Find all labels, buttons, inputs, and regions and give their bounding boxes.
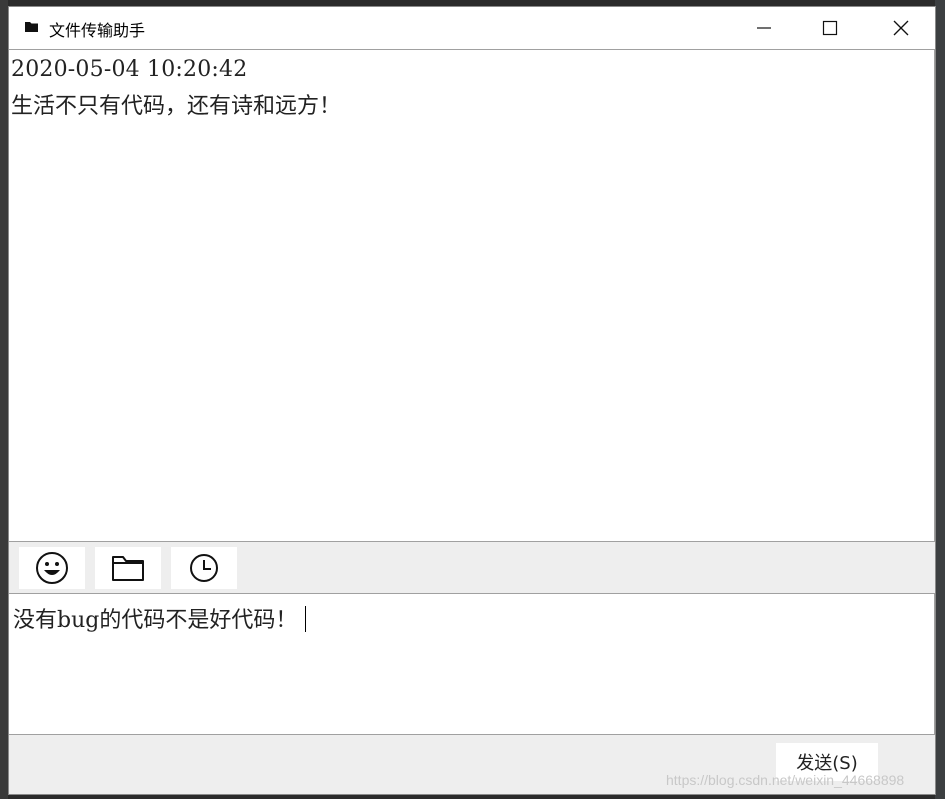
folder-icon bbox=[25, 22, 38, 32]
title-bar[interactable]: 文件传输助手 bbox=[9, 7, 935, 49]
message-text: 生活不只有代码，还有诗和远方！ bbox=[11, 94, 342, 119]
window-title: 文件传输助手 bbox=[49, 21, 146, 40]
emoji-icon bbox=[36, 552, 68, 584]
history-button[interactable] bbox=[171, 547, 237, 589]
close-icon bbox=[893, 20, 909, 36]
input-toolbar bbox=[9, 542, 935, 593]
folder-icon bbox=[112, 556, 144, 581]
send-file-button[interactable] bbox=[95, 547, 161, 589]
watermark: https://blog.csdn.net/weixin_44668898 bbox=[666, 772, 905, 788]
desktop-background-left bbox=[0, 0, 8, 799]
chat-history[interactable]: 2020-05-04 10:20:42 生活不只有代码，还有诗和远方！ bbox=[9, 49, 935, 542]
footer-bar: 发送(S) https://blog.csdn.net/weixin_44668… bbox=[9, 735, 935, 794]
text-caret bbox=[305, 606, 307, 632]
message-input-value: 没有bug的代码不是好代码！ bbox=[13, 608, 298, 633]
message-input-text: 没有bug的代码不是好代码！ bbox=[13, 602, 307, 634]
minimize-button[interactable] bbox=[729, 7, 799, 49]
message-input[interactable]: 没有bug的代码不是好代码！ bbox=[9, 593, 935, 735]
close-button[interactable] bbox=[866, 7, 936, 49]
clock-icon bbox=[190, 554, 218, 582]
minimize-icon bbox=[757, 27, 771, 29]
maximize-button[interactable] bbox=[795, 7, 865, 49]
emoji-button[interactable] bbox=[19, 547, 85, 589]
message-timestamp: 2020-05-04 10:20:42 bbox=[11, 57, 248, 82]
chat-window: 文件传输助手 2020-05-04 10:20:42 生活不只有代码，还有诗和远… bbox=[8, 6, 936, 795]
desktop-background-right bbox=[935, 0, 945, 799]
maximize-icon bbox=[822, 20, 838, 36]
